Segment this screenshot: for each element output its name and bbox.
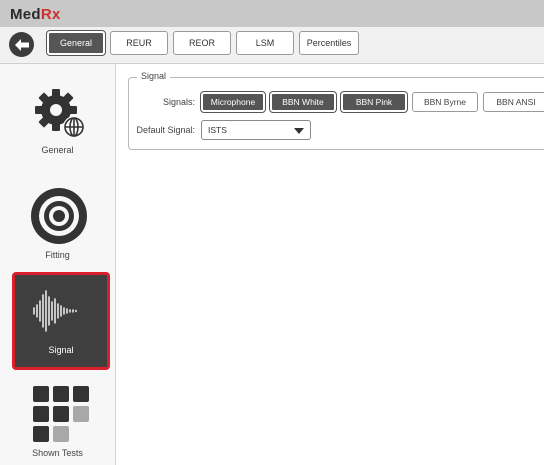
signals-label: Signals: xyxy=(162,97,195,107)
sidebar-item-label: Signal xyxy=(48,345,74,355)
signal-bbn-pink-button[interactable]: BBN Pink xyxy=(341,92,407,112)
signal-bbn-ansi-button[interactable]: BBN ANSI xyxy=(483,92,544,112)
sidebar-item-general[interactable]: General xyxy=(0,78,115,168)
title-bar: MedRx xyxy=(0,0,544,27)
back-button[interactable] xyxy=(9,32,34,57)
tab-reor[interactable]: REOR xyxy=(173,31,231,55)
signal-group: Signal Signals: Microphone BBN White BBN… xyxy=(128,71,544,150)
default-signal-label: Default Signal: xyxy=(136,125,195,135)
sidebar-item-shown-tests[interactable]: Shown Tests xyxy=(0,384,115,465)
sidebar-item-label: Fitting xyxy=(45,250,70,260)
tab-general[interactable]: General xyxy=(47,31,105,55)
sidebar: General Fitting Signal Shown Tests xyxy=(0,64,116,465)
target-icon xyxy=(31,188,87,244)
tab-lsm[interactable]: LSM xyxy=(236,31,294,55)
logo-main-text: Med xyxy=(10,6,41,23)
toolbar: General REUR REOR LSM Percentiles xyxy=(0,27,544,64)
medrx-logo: MedRx xyxy=(10,6,61,23)
sidebar-item-label: Shown Tests xyxy=(32,448,83,458)
default-signal-value: ISTS xyxy=(208,125,227,135)
chevron-down-icon xyxy=(294,128,304,134)
logo-accent-text: Rx xyxy=(40,6,61,23)
signal-group-title: Signal xyxy=(137,71,171,81)
sidebar-item-signal[interactable]: Signal xyxy=(12,272,110,370)
tab-reur[interactable]: REUR xyxy=(110,31,168,55)
sidebar-item-fitting[interactable]: Fitting xyxy=(0,182,115,272)
signal-bbn-byrne-button[interactable]: BBN Byrne xyxy=(412,92,478,112)
signal-bbn-white-button[interactable]: BBN White xyxy=(270,92,336,112)
grid-icon xyxy=(33,386,89,442)
gear-globe-icon xyxy=(35,89,85,138)
tab-percentiles[interactable]: Percentiles xyxy=(299,31,359,55)
sidebar-item-label: General xyxy=(41,145,74,155)
waveform-icon xyxy=(33,290,77,332)
signal-microphone-button[interactable]: Microphone xyxy=(201,92,265,112)
default-signal-select[interactable]: ISTS xyxy=(201,120,311,140)
main-panel: Signal Signals: Microphone BBN White BBN… xyxy=(116,64,544,465)
arrow-left-icon xyxy=(14,38,29,51)
